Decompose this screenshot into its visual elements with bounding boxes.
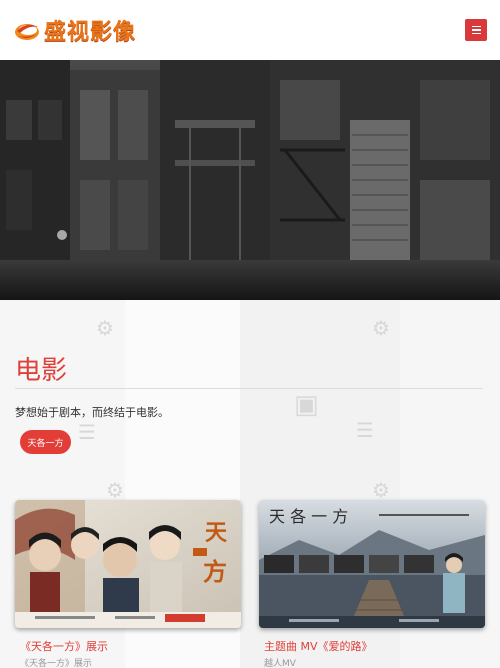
section-description: 梦想始于剧本，而终结于电影。 <box>15 406 169 419</box>
section-title: 电影 <box>15 356 68 386</box>
video-card[interactable]: 天 方 《天各一方》展示 《天各一方》展示 <box>15 500 241 668</box>
gear-watermark-icon: ⚙ <box>96 316 114 340</box>
gear-watermark-icon: ⚙ <box>372 316 390 340</box>
site-header: 盛视影像 <box>0 0 500 60</box>
hero-banner-image <box>0 60 500 300</box>
gear-watermark-icon: ⚙ <box>372 478 390 502</box>
hamburger-menu-button[interactable] <box>465 19 487 41</box>
menu-watermark-icon: ☰ <box>78 420 96 444</box>
logo[interactable]: 盛视影像 <box>14 14 136 46</box>
hamburger-menu-icon-bar <box>471 29 481 31</box>
video-subtitle: 越人MV <box>264 659 296 668</box>
movie-section: ⚙ ⚙ ▣ ☰ ☰ ⚙ ⚙ 电影 梦想始于剧本，而终结于电影。 天各一方 天 方… <box>0 300 500 668</box>
brand-name: 盛视影像 <box>44 19 137 45</box>
video-title-link[interactable]: 主题曲 MV《爱的路》 <box>264 638 373 654</box>
menu-watermark-icon: ☰ <box>356 418 374 442</box>
video-card[interactable]: 天 各 一 方 主题曲 MV《爱的路》 越人MV <box>259 500 485 668</box>
hamburger-menu-icon-bar <box>471 32 481 35</box>
video-thumbnail[interactable]: 天 各 一 方 <box>259 500 485 628</box>
video-title-link[interactable]: 《天各一方》展示 <box>20 638 108 654</box>
hamburger-menu-icon <box>471 25 481 28</box>
filter-tag-button[interactable]: 天各一方 <box>20 430 71 454</box>
divider <box>15 388 483 389</box>
logo-mark-icon <box>14 17 40 43</box>
poster-title-text: 天 <box>205 520 228 546</box>
poster-title-text: 天 各 一 方 <box>269 507 348 526</box>
video-thumbnail[interactable]: 天 方 <box>15 500 241 628</box>
camera-watermark-icon: ▣ <box>294 390 319 420</box>
video-subtitle: 《天各一方》展示 <box>20 659 93 668</box>
svg-text:方: 方 <box>203 557 227 586</box>
gear-watermark-icon: ⚙ <box>106 478 124 502</box>
